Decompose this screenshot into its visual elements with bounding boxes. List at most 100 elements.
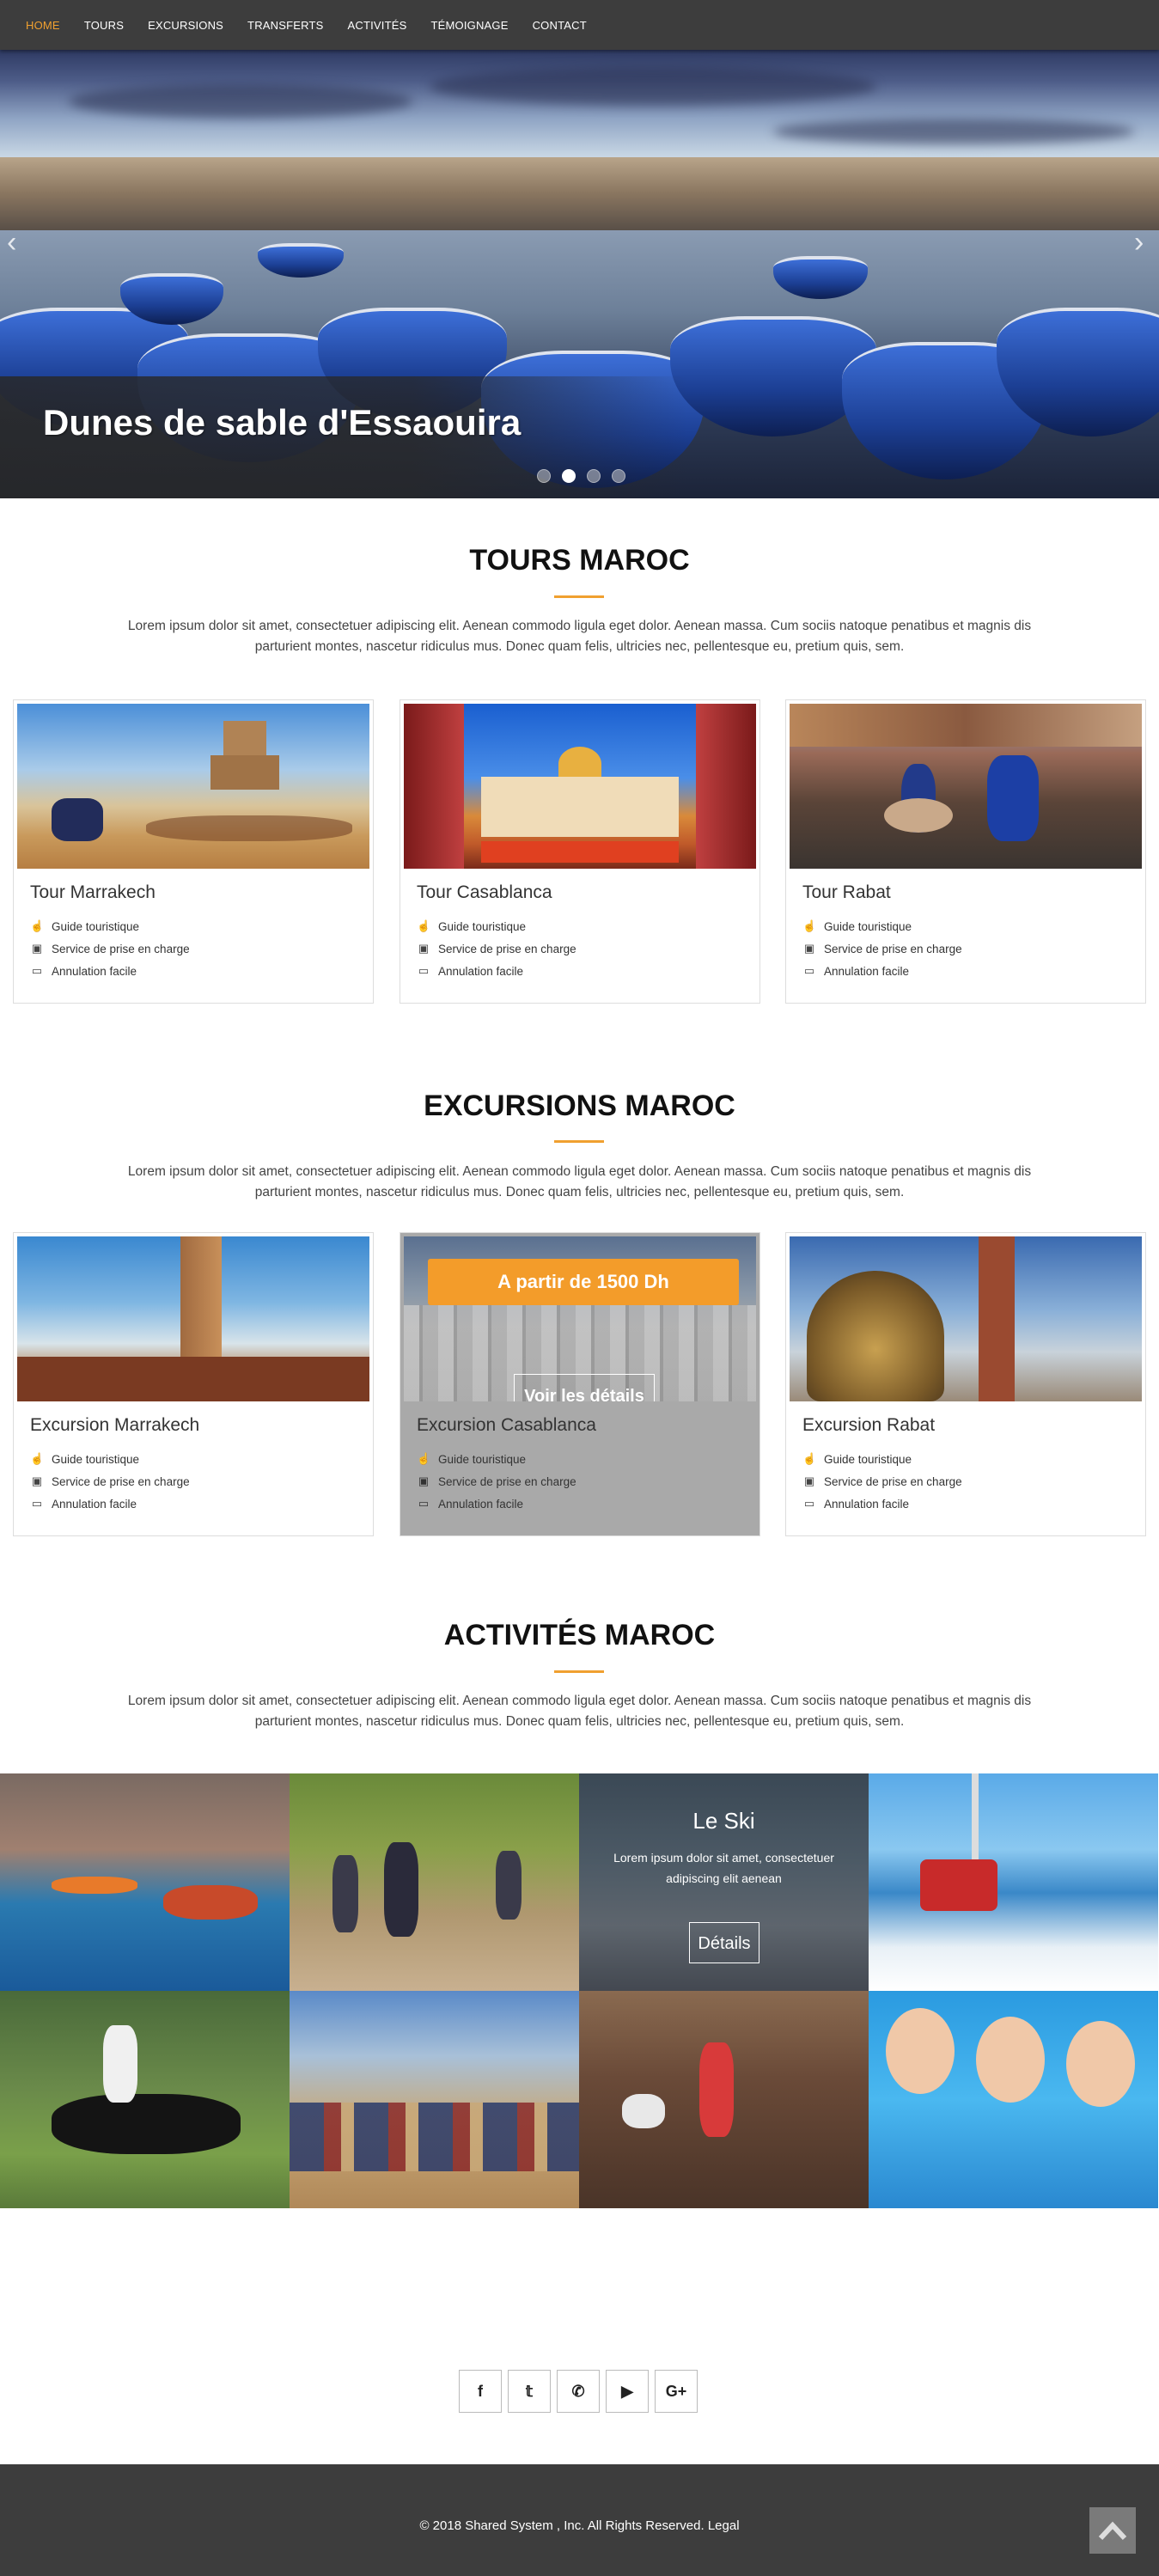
tour-card-marrakech[interactable]: Tour Marrakech ☝ Guide touristique ▣ Servi… — [13, 699, 374, 1004]
nav-item-activites[interactable]: ACTIVITÉS — [347, 19, 406, 32]
feature-item: ▭ Annulation facile — [803, 1497, 910, 1511]
excursions-lead: Lorem ipsum dolor sit amet, consectetuer… — [127, 1164, 1032, 1199]
tours-lead: Lorem ipsum dolor sit amet, consectetuer… — [127, 619, 1032, 654]
youtube-icon[interactable]: ▶ — [606, 2370, 649, 2413]
google-plus-icon[interactable]: G+ — [655, 2370, 698, 2413]
excursion-image-rabat — [790, 1236, 1142, 1401]
ski-details-button[interactable]: Détails — [689, 1922, 759, 1963]
activity-tile-telepherique[interactable] — [869, 1773, 1158, 1991]
nav-item-temoignage[interactable]: TÉMOIGNAGE — [430, 19, 508, 32]
feature-item: ▭ Annulation facile — [31, 964, 137, 978]
carousel-dot-active[interactable] — [562, 469, 576, 483]
title-underline — [554, 1670, 604, 1673]
excursion-card-marrakech[interactable]: Excursion Marrakech ☝ Guide touristique ▣… — [13, 1232, 374, 1536]
nav-menu: HOME TOURS EXCURSIONS TRANSFERTS ACTIVIT… — [0, 0, 1159, 50]
bus-icon: ▣ — [31, 1474, 43, 1487]
tour-card-rabat[interactable]: Tour Rabat ☝ Guide touristique ▣ Service d… — [785, 699, 1146, 1004]
feature-list: ☝ Guide touristique ▣ Service de prise en … — [802, 1448, 1142, 1515]
carousel-dot[interactable] — [537, 469, 551, 483]
feature-item: ▣ Service de prise en charge — [31, 942, 190, 955]
chevron-right-icon[interactable]: › — [1134, 226, 1144, 259]
feature-item: ☝ Guide touristique — [802, 919, 912, 933]
card-title: Tour Rabat — [802, 882, 891, 902]
feature-list: ☝ Guide touristique ▣ Service de prise en … — [417, 1448, 756, 1515]
hero-carousel: Dunes de sable d'Essaouira ‹ › — [0, 50, 1159, 498]
feature-item: ▭ Annulation facile — [803, 964, 910, 978]
card-title: Excursion Casablanca — [417, 1415, 596, 1435]
feature-item: ▣ Service de prise en charge — [803, 1474, 962, 1488]
feature-item: ▣ Service de prise en charge — [418, 942, 576, 955]
social-links: f 𝕥 ✆ ▶ G+ — [459, 2370, 698, 2413]
card-title: Tour Casablanca — [417, 882, 552, 902]
feature-item: ▣ Service de prise en charge — [803, 942, 962, 955]
hand-pointer-icon: ☝ — [802, 1452, 817, 1465]
footer: © 2018 Shared System , Inc. All Rights R… — [0, 2464, 1159, 2576]
nav-item-contact[interactable]: CONTACT — [533, 19, 587, 32]
top-navbar: HOME TOURS EXCURSIONS TRANSFERTS ACTIVIT… — [0, 0, 1159, 50]
hand-pointer-icon: ☝ — [802, 919, 817, 932]
hero-cloud — [773, 119, 1134, 144]
title-underline — [554, 1140, 604, 1143]
bus-icon: ▣ — [803, 942, 815, 955]
back-to-top-icon[interactable] — [1089, 2507, 1136, 2554]
carousel-dot[interactable] — [587, 469, 601, 483]
excursion-card-casablanca[interactable]: A partir de 1500 Dh Voir les détails Exc… — [400, 1232, 760, 1536]
feature-list: ☝ Guide touristique ▣ Service de prise en … — [802, 915, 1142, 982]
bus-icon: ▣ — [803, 1474, 815, 1487]
carousel-dot[interactable] — [612, 469, 625, 483]
activity-tile-equitation[interactable] — [0, 1991, 290, 2208]
ski-title: Le Ski — [692, 1808, 755, 1834]
feature-item: ▭ Annulation facile — [31, 1497, 137, 1511]
bus-icon: ▣ — [418, 1474, 430, 1487]
feature-item: ▣ Service de prise en charge — [31, 1474, 190, 1488]
credit-card-icon: ▭ — [31, 1497, 43, 1510]
feature-item: ☝ Guide touristique — [417, 1452, 527, 1466]
excursion-card-rabat[interactable]: Excursion Rabat ☝ Guide touristique ▣ Serv… — [785, 1232, 1146, 1536]
nav-item-tours[interactable]: TOURS — [84, 19, 124, 32]
excursions-title: EXCURSIONS MAROC — [424, 1090, 735, 1122]
nav-item-transferts[interactable]: TRANSFERTS — [247, 19, 323, 32]
hero-cloud — [430, 67, 876, 106]
activity-tile-randonnee[interactable] — [579, 1991, 869, 2208]
bus-icon: ▣ — [418, 942, 430, 955]
nav-item-home[interactable]: HOME — [26, 19, 60, 32]
chevron-left-icon[interactable]: ‹ — [7, 226, 16, 259]
tour-image-marrakech — [17, 704, 369, 869]
activites-title: ACTIVITÉS MAROC — [443, 1619, 716, 1651]
hand-pointer-icon: ☝ — [417, 1452, 431, 1465]
feature-item: ☝ Guide touristique — [30, 919, 140, 933]
price-badge[interactable]: A partir de 1500 Dh — [428, 1259, 739, 1305]
tours-title: TOURS MAROC — [469, 544, 690, 577]
credit-card-icon: ▭ — [803, 1497, 815, 1510]
activity-tile-piscine[interactable] — [869, 1991, 1158, 2208]
card-title: Tour Marrakech — [30, 882, 156, 902]
nav-item-excursions[interactable]: EXCURSIONS — [148, 19, 223, 32]
feature-list: ☝ Guide touristique ▣ Service de prise en … — [30, 1448, 369, 1515]
hand-pointer-icon: ☝ — [30, 919, 45, 932]
card-title: Excursion Rabat — [802, 1415, 936, 1435]
activity-tile-vtt[interactable] — [290, 1773, 579, 1991]
hand-pointer-icon: ☝ — [30, 1452, 45, 1465]
tour-image-casablanca — [404, 704, 756, 869]
view-details-button[interactable]: Voir les détails — [514, 1374, 655, 1401]
activity-tile-kayak[interactable] — [0, 1773, 290, 1991]
activity-tile-ski[interactable]: Le Ski Lorem ipsum dolor sit amet, conse… — [579, 1773, 869, 1991]
excursion-image-marrakech — [17, 1236, 369, 1401]
copyright-text: © 2018 Shared System , Inc. All Rights R… — [419, 2518, 740, 2533]
activity-tile-quad[interactable] — [290, 1991, 579, 2208]
hero-caption: Dunes de sable d'Essaouira — [43, 402, 522, 443]
credit-card-icon: ▭ — [31, 964, 43, 977]
ski-description: Lorem ipsum dolor sit amet, consectetuer… — [613, 1851, 834, 1885]
twitter-icon[interactable]: 𝕥 — [508, 2370, 551, 2413]
chevron-up-icon — [1098, 2521, 1127, 2541]
bus-icon: ▣ — [31, 942, 43, 955]
hero-cloud — [69, 84, 412, 119]
feature-item: ▭ Annulation facile — [418, 1497, 524, 1511]
facebook-icon[interactable]: f — [459, 2370, 502, 2413]
feature-item: ☝ Guide touristique — [30, 1452, 140, 1466]
whatsapp-icon[interactable]: ✆ — [557, 2370, 600, 2413]
hand-pointer-icon: ☝ — [417, 919, 431, 932]
feature-item: ☝ Guide touristique — [802, 1452, 912, 1466]
tour-card-casablanca[interactable]: Tour Casablanca ☝ Guide touristique ▣ Serv… — [400, 699, 760, 1004]
activites-lead: Lorem ipsum dolor sit amet, consectetuer… — [127, 1694, 1032, 1729]
